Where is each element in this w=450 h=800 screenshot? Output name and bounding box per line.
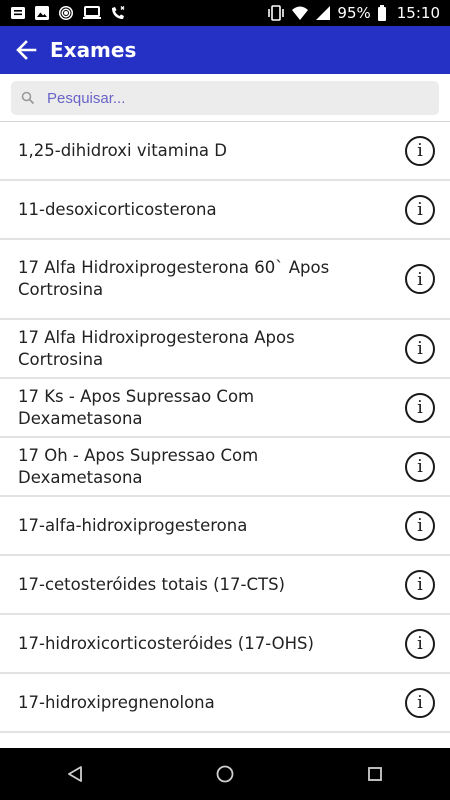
info-icon[interactable]: i: [405, 569, 435, 600]
app-bar: Exames: [0, 26, 450, 74]
nav-home-button[interactable]: [195, 748, 255, 800]
info-icon[interactable]: i: [405, 510, 435, 541]
arrow-left-icon: [16, 40, 37, 60]
clock: 15:10: [396, 4, 440, 22]
exam-name: 17 Oh - Apos Supressao Com Dexametasona: [18, 445, 259, 487]
laptop-icon: [83, 6, 101, 19]
exam-name: 17-alfa-hidroxiprogesterona: [18, 515, 248, 535]
search-bar: [0, 74, 450, 122]
nav-back-button[interactable]: [45, 748, 105, 800]
info-icon[interactable]: i: [405, 135, 435, 166]
exam-name: 17 Ks - Apos Supressao Com Dexametasona: [18, 386, 255, 428]
exam-item[interactable]: 17-hidroxipregnenolona i: [0, 674, 450, 733]
info-icon[interactable]: i: [405, 687, 435, 718]
image-icon: [35, 6, 49, 20]
navigation-bar: [0, 748, 450, 800]
search-icon: [21, 91, 35, 105]
exam-item[interactable]: 1,25-dihidroxi vitamina D i: [0, 122, 450, 181]
exam-item[interactable]: 17-alfa-hidroxiprogesterona i: [0, 497, 450, 556]
info-icon[interactable]: i: [405, 264, 435, 294]
exam-name: 17-hidroxicorticosteróides (17-OHS): [18, 633, 314, 653]
info-icon[interactable]: i: [405, 451, 435, 482]
triangle-back-icon: [68, 766, 82, 782]
exam-name: 17 Alfa Hidroxiprogesterona Apos Cortros…: [18, 327, 295, 369]
exam-item[interactable]: 11-desoxicorticosterona i: [0, 181, 450, 240]
exam-item[interactable]: 17 Ks - Apos Supressao Com Dexametasona …: [0, 379, 450, 438]
exam-item[interactable]: 17 Oh - Apos Supressao Com Dexametasona …: [0, 438, 450, 497]
exam-name: 17-cetosteróides totais (17-CTS): [18, 574, 285, 594]
exam-item[interactable]: 17-cetosteróides totais (17-CTS) i: [0, 556, 450, 615]
vibrate-icon: [268, 5, 285, 21]
exam-name: 1,25-dihidroxi vitamina D: [18, 140, 227, 160]
exam-list: 1,25-dihidroxi vitamina D i 11-desoxicor…: [0, 122, 450, 748]
info-icon[interactable]: i: [405, 628, 435, 659]
search-box[interactable]: [11, 81, 439, 115]
circle-home-icon: [216, 765, 234, 783]
exam-item[interactable]: 17 Alfa Hidroxiprogesterona Apos Cortros…: [0, 320, 450, 379]
system-status: 95% 15:10: [267, 4, 440, 22]
phone-call-icon: [112, 6, 125, 19]
message-icon: [11, 7, 25, 19]
wifi-icon: [292, 6, 309, 20]
exam-name: 17 Alfa Hidroxiprogesterona 60` Apos Cor…: [18, 258, 330, 299]
status-bar: 95% 15:10: [0, 0, 450, 26]
info-icon[interactable]: i: [405, 194, 435, 225]
page-title: Exames: [50, 38, 137, 62]
battery-icon: [377, 5, 386, 21]
aperture-icon: [59, 6, 73, 20]
info-icon[interactable]: i: [405, 392, 435, 423]
info-icon[interactable]: i: [405, 333, 435, 364]
square-recents-icon: [368, 767, 382, 781]
exam-name: 11-desoxicorticosterona: [18, 199, 217, 219]
search-input[interactable]: [45, 88, 409, 108]
exam-name: 17-hidroxipregnenolona: [18, 692, 215, 712]
notification-icons: [10, 5, 128, 21]
exam-item[interactable]: 17 Alfa Hidroxiprogesterona 60` Apos Cor…: [0, 240, 450, 320]
battery-percentage: 95%: [337, 4, 371, 22]
back-button[interactable]: [8, 32, 44, 68]
exam-item[interactable]: 17-hidroxicorticosteróides (17-OHS) i: [0, 615, 450, 674]
nav-recents-button[interactable]: [345, 748, 405, 800]
signal-icon: [316, 6, 331, 20]
